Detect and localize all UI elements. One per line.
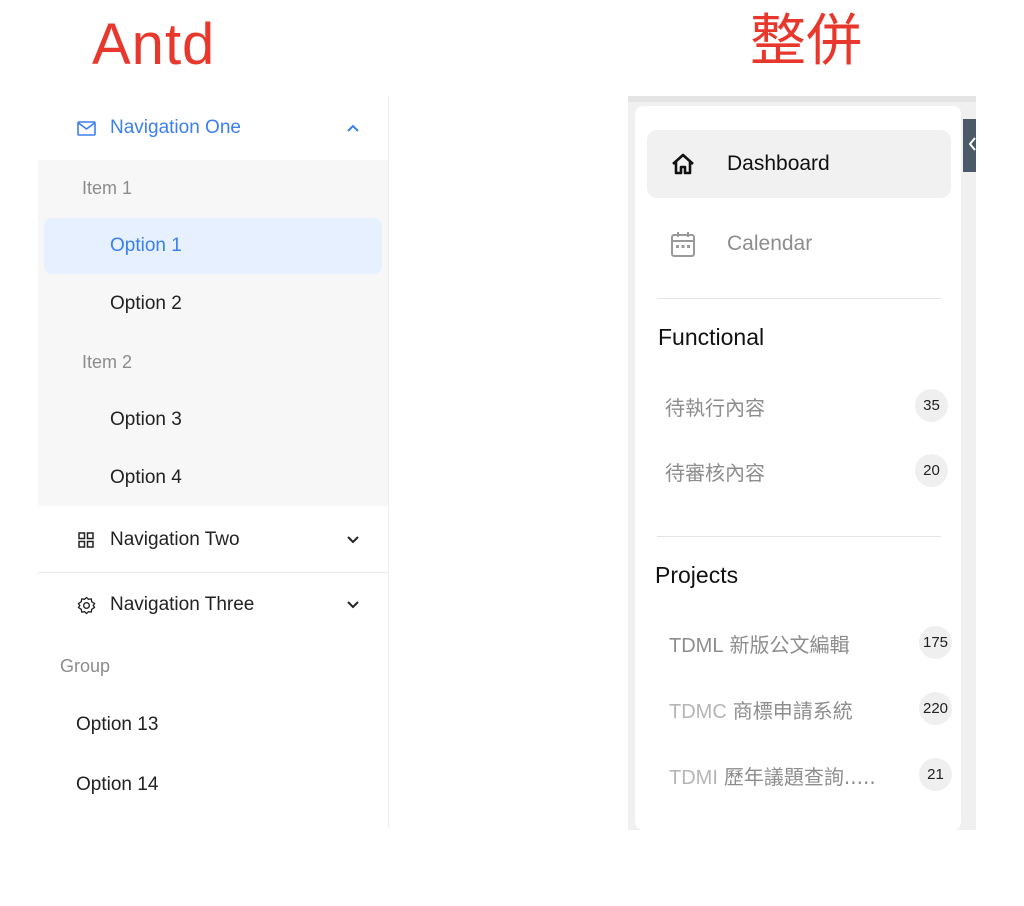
list-item-label: 待審核內容: [665, 460, 765, 485]
chevron-left-icon: [969, 137, 976, 151]
project-label: TDMC 商標申請系統: [669, 695, 853, 724]
group-title-item-1: Item 1: [82, 178, 133, 198]
project-label: TDML 新版公文編輯: [669, 629, 849, 658]
list-item-functional[interactable]: 待審核內容 20: [665, 451, 949, 491]
list-item-project[interactable]: TDML 新版公文編輯 175: [669, 623, 953, 663]
merged-sidebar: Dashboard Calendar Functional 待執行內容 35 待…: [628, 96, 976, 830]
project-code: TDMI: [669, 766, 718, 789]
project-name: 歷年議題查詢.....: [723, 764, 876, 789]
setting-icon: [76, 595, 96, 615]
section-divider: [657, 536, 941, 537]
project-name: 商標申請系統: [732, 698, 853, 723]
menu-item-option-14[interactable]: Option 14: [38, 755, 388, 815]
nav-label: Calendar: [727, 232, 813, 255]
nav-item-calendar[interactable]: Calendar: [647, 210, 951, 278]
chevron-down-icon: [347, 601, 359, 609]
submenu-navigation-two[interactable]: Navigation Two: [38, 508, 388, 572]
antd-menu: Navigation One Item 1 Option 1 Option 2 …: [38, 96, 389, 828]
appstore-icon: [76, 530, 96, 550]
group-title: Group: [60, 656, 111, 676]
count-badge: 35: [915, 389, 948, 422]
mail-icon: [76, 118, 96, 138]
count-badge: 220: [919, 692, 952, 725]
count-badge: 175: [919, 626, 952, 659]
section-divider: [657, 298, 941, 299]
list-item-project[interactable]: TDMI 歷年議題查詢..... 21: [669, 755, 953, 795]
project-code: TDML: [669, 634, 724, 657]
submenu-inline-list: Item 1 Option 1 Option 2 Item 2 Option 3…: [38, 160, 388, 506]
submenu-navigation-one[interactable]: Navigation One: [38, 96, 388, 160]
list-item-functional[interactable]: 待執行內容 35: [665, 386, 949, 426]
home-icon: [669, 150, 697, 178]
nav-label: Dashboard: [727, 152, 830, 175]
menu-item-option-1[interactable]: Option 1: [44, 218, 382, 274]
menu-item-option-2[interactable]: Option 2: [44, 276, 382, 332]
submenu-navigation-three[interactable]: Navigation Three: [38, 573, 388, 637]
section-title-functional: Functional: [658, 324, 765, 350]
sidebar-top-edge: [628, 96, 976, 102]
chevron-down-icon: [347, 536, 359, 544]
submenu-label: Navigation Two: [110, 529, 240, 550]
submenu-label: Navigation Three: [110, 594, 255, 615]
list-item-project[interactable]: TDMC 商標申請系統 220: [669, 689, 953, 729]
project-label: TDMI 歷年議題查詢.....: [669, 761, 876, 790]
nav-item-dashboard[interactable]: Dashboard: [647, 130, 951, 198]
menu-item-option-13[interactable]: Option 13: [38, 695, 388, 755]
merged-heading: 整併: [750, 9, 862, 74]
section-title-projects: Projects: [655, 562, 739, 588]
project-name: 新版公文編輯: [729, 632, 850, 657]
group-title-item-2: Item 2: [82, 352, 133, 372]
sidebar-card: Dashboard Calendar Functional 待執行內容 35 待…: [635, 106, 961, 830]
menu-item-option-3[interactable]: Option 3: [44, 392, 382, 448]
list-item-label: 待執行內容: [665, 395, 765, 420]
submenu-label: Navigation One: [110, 117, 241, 138]
menu-item-option-4[interactable]: Option 4: [44, 450, 382, 506]
project-code: TDMC: [669, 700, 727, 723]
antd-heading: Antd: [92, 12, 216, 77]
count-badge: 20: [915, 454, 948, 487]
count-badge: 21: [919, 758, 952, 791]
chevron-up-icon: [347, 124, 359, 132]
calendar-icon: [669, 230, 697, 258]
